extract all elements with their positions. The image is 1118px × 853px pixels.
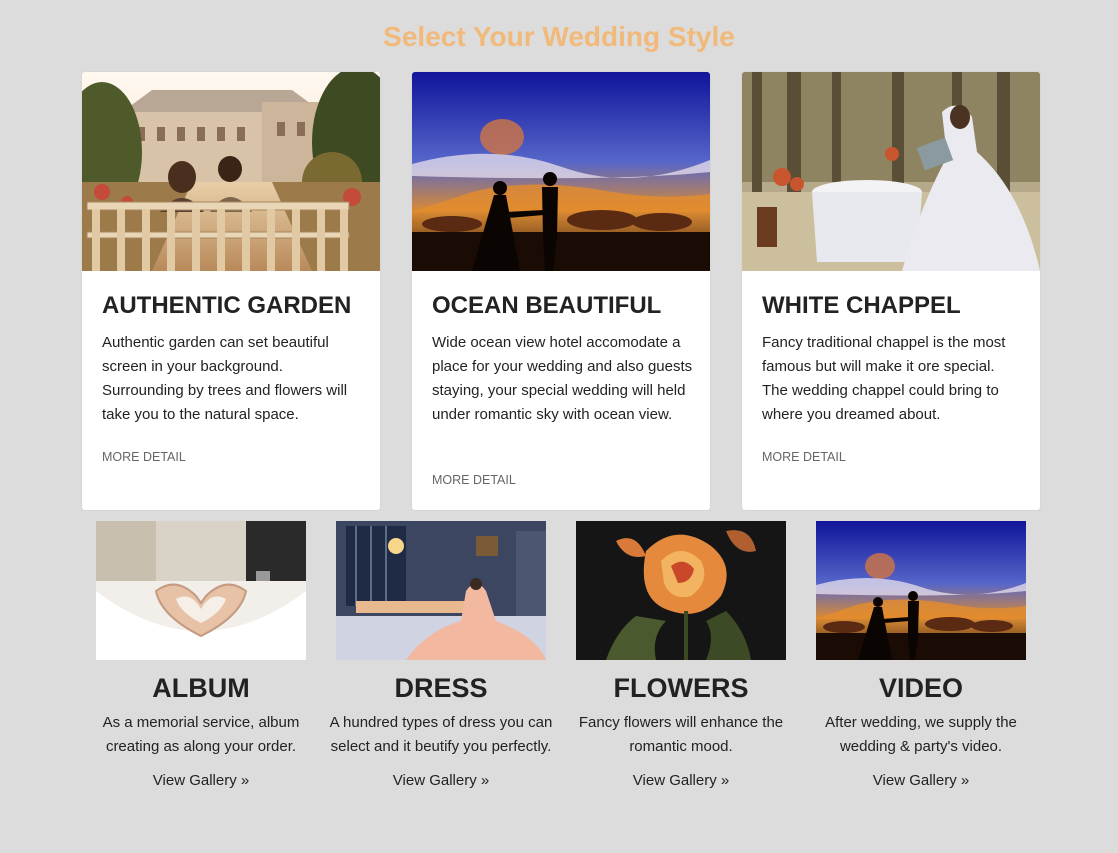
service-tile-flowers: FLOWERS Fancy flowers will enhance the r… — [556, 521, 806, 793]
service-tile-album: ALBUM As a memorial service, album creat… — [76, 521, 326, 793]
forest-bride-table-photo — [742, 72, 1040, 271]
view-gallery-link[interactable]: View Gallery » — [76, 769, 326, 793]
style-card-ocean-beautiful: OCEAN BEAUTIFUL Wide ocean view hotel ac… — [412, 72, 710, 510]
service-tile-description: After wedding, we supply the wedding & p… — [825, 714, 1017, 755]
service-tile-title: VIDEO — [878, 673, 964, 703]
service-tile-title: DRESS — [394, 673, 488, 703]
service-tile-description: Fancy flowers will enhance the romantic … — [578, 714, 784, 755]
view-gallery-link[interactable]: View Gallery » — [316, 769, 566, 793]
view-gallery-link[interactable]: View Gallery » — [796, 769, 1046, 793]
more-detail-link[interactable]: MORE DETAIL — [432, 472, 516, 488]
view-gallery-link[interactable]: View Gallery » — [556, 769, 806, 793]
style-card-description: Wide ocean view hotel accomodate a place… — [432, 334, 693, 423]
orange-rose-photo — [576, 521, 786, 660]
service-tile-description: A hundred types of dress you can select … — [329, 714, 553, 755]
style-card-title: OCEAN BEAUTIFUL — [432, 292, 662, 319]
service-tile-title: ALBUM — [152, 673, 250, 703]
style-card-white-chappel: WHITE CHAPPEL Fancy traditional chappel … — [742, 72, 1040, 510]
more-detail-link[interactable]: MORE DETAIL — [102, 449, 186, 465]
style-card-description: Fancy traditional chappel is the most fa… — [762, 334, 1006, 423]
garden-couple-bench-photo — [82, 72, 380, 271]
style-card-description: Authentic garden can set beautiful scree… — [102, 334, 348, 423]
service-tile-title: FLOWERS — [613, 673, 749, 703]
service-tile-video: VIDEO After wedding, we supply the weddi… — [796, 521, 1046, 793]
bride-dress-room-photo — [336, 521, 546, 660]
sunset-couple-photo — [816, 521, 1026, 660]
ocean-sunset-couple-photo — [412, 72, 710, 271]
page-title: Select Your Wedding Style — [383, 21, 735, 52]
more-detail-link[interactable]: MORE DETAIL — [762, 449, 846, 465]
service-tile-dress: DRESS A hundred types of dress you can s… — [316, 521, 566, 793]
service-tile-description: As a memorial service, album creating as… — [102, 714, 300, 755]
style-card-title: WHITE CHAPPEL — [762, 292, 961, 319]
hands-heart-photo — [96, 521, 306, 660]
style-card-title: AUTHENTIC GARDEN — [102, 292, 352, 319]
style-card-authentic-garden: AUTHENTIC GARDEN Authentic garden can se… — [82, 72, 380, 510]
